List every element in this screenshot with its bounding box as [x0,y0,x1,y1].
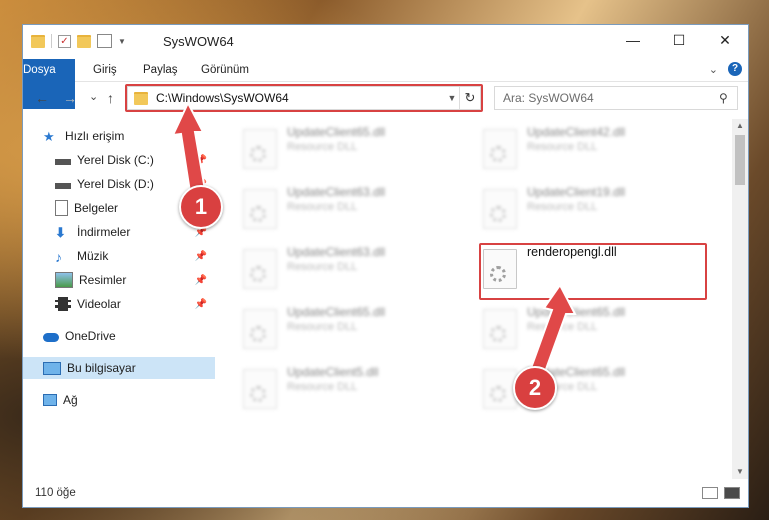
arrow-1-icon [171,100,207,194]
step-marker-2: 2 [513,366,557,410]
annotation-arrows [171,100,577,374]
step-marker-1: 1 [179,185,223,229]
arrow-2-icon [529,283,577,374]
